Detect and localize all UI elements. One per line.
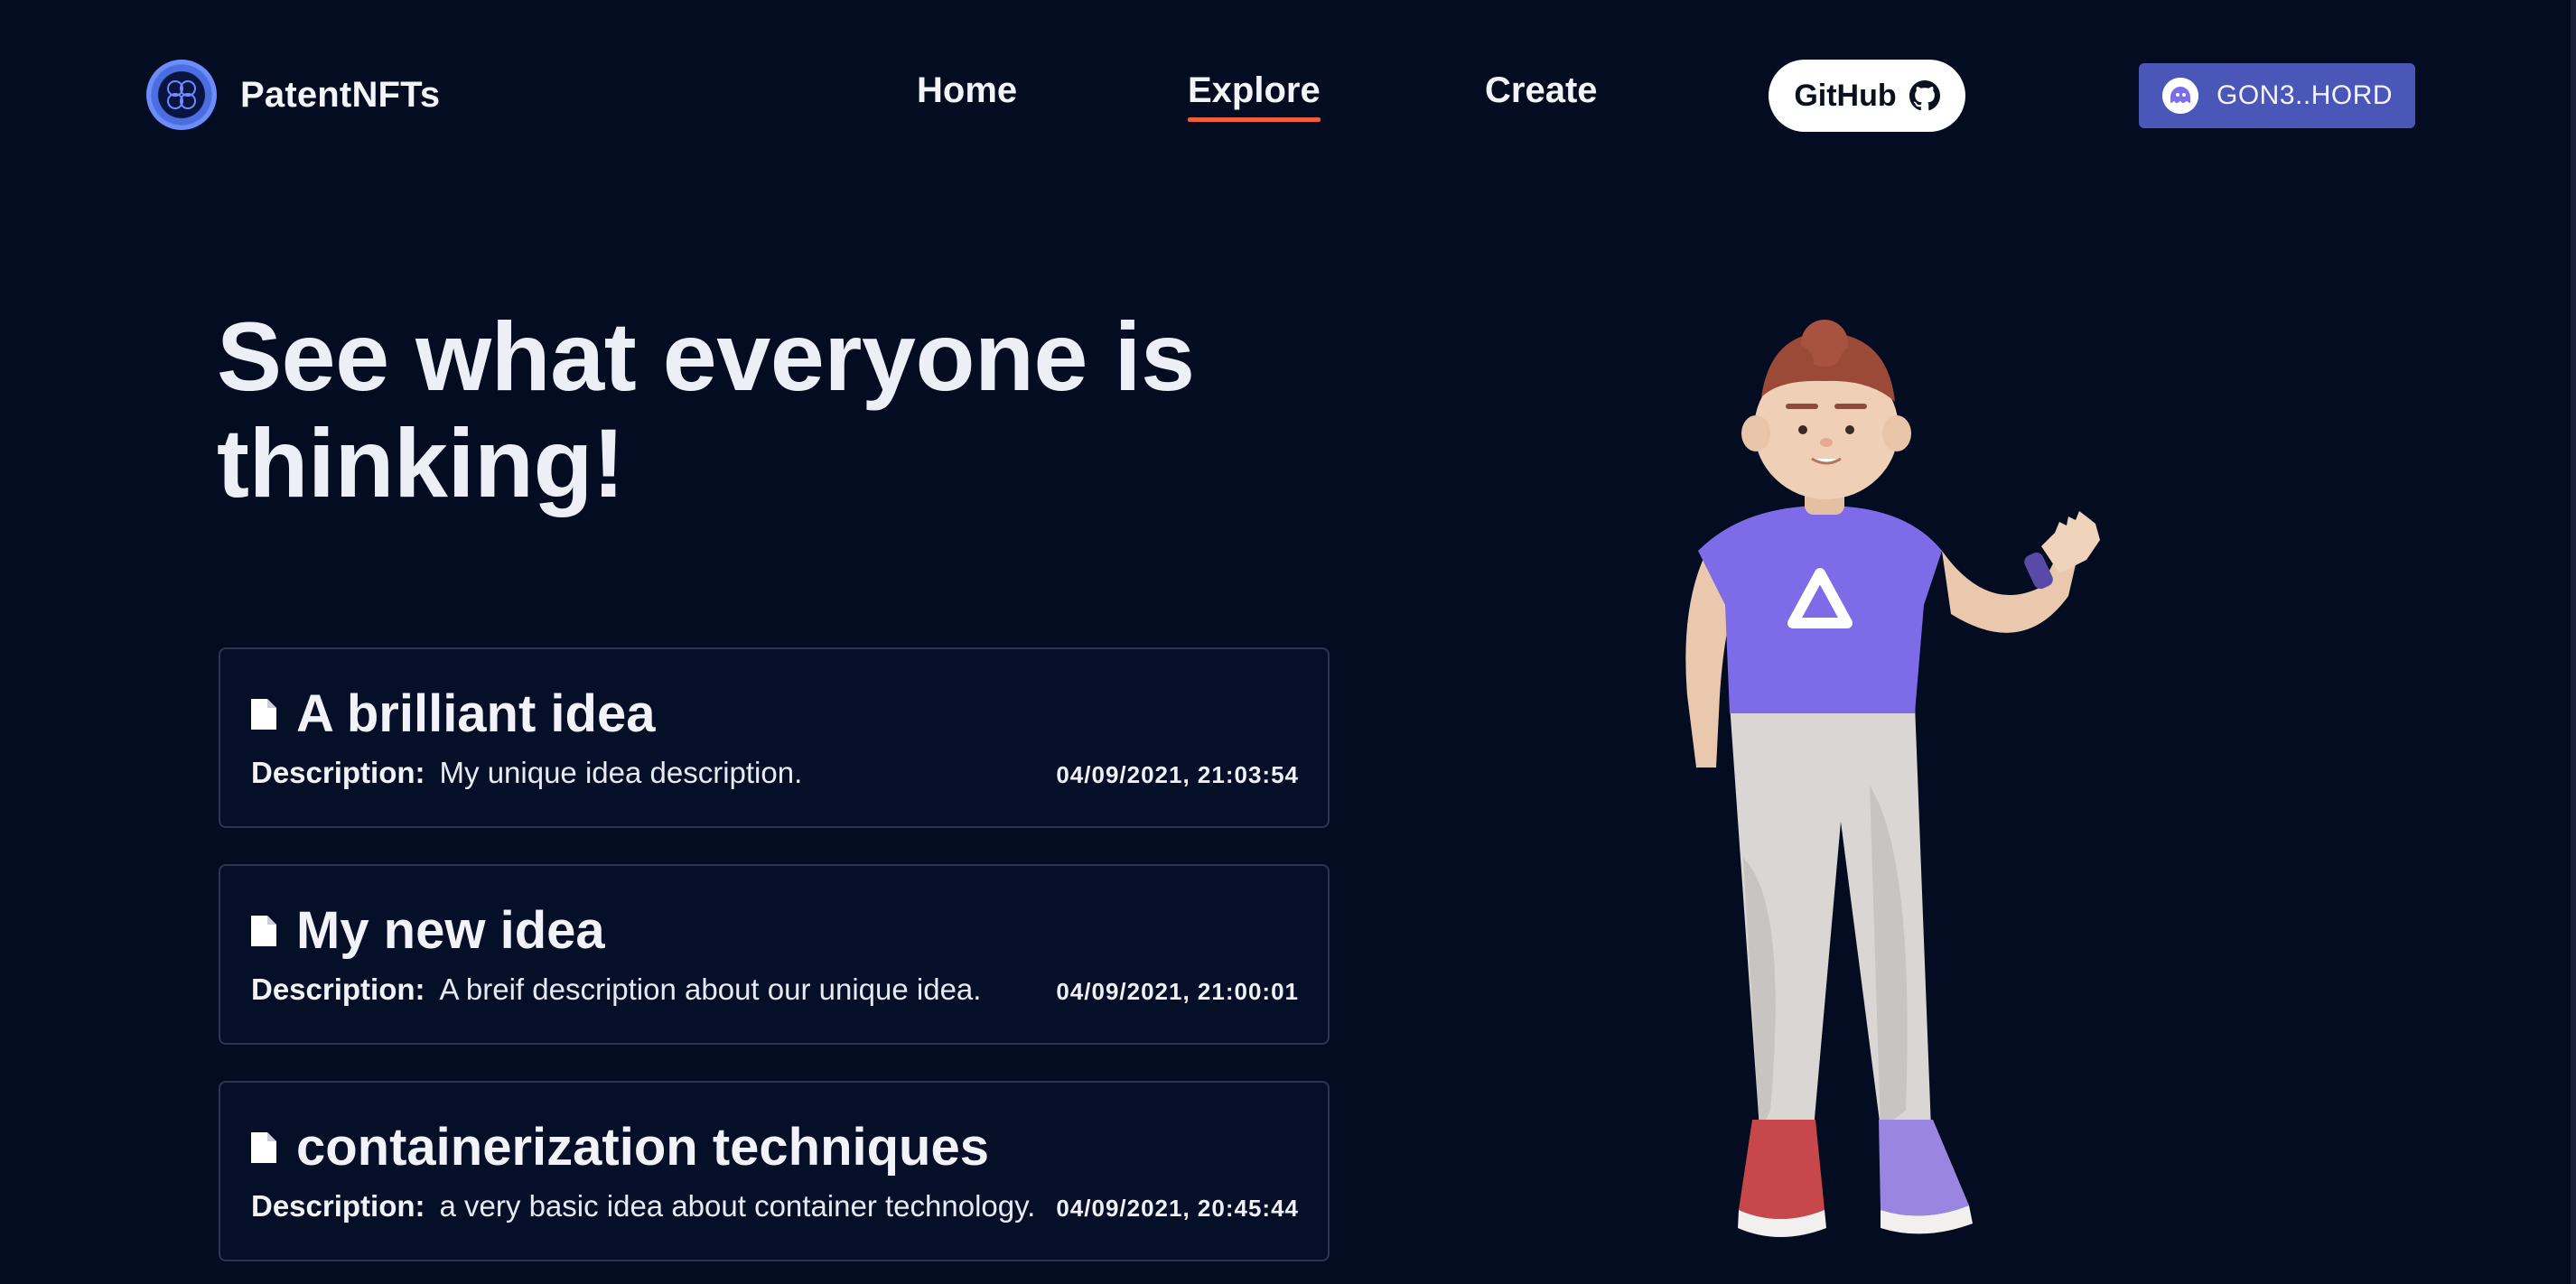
document-icon (251, 915, 276, 946)
idea-card[interactable]: A brilliant idea Description: My unique … (219, 647, 1330, 828)
brand-name: PatentNFTs (240, 74, 441, 115)
idea-description: My unique idea description. (439, 756, 803, 789)
brand-logo-icon (146, 60, 217, 130)
document-icon (251, 1131, 276, 1163)
github-icon (1909, 80, 1940, 111)
idea-title: My new idea (296, 901, 605, 960)
page-title: See what everyone is thinking! (217, 302, 1195, 517)
github-button[interactable]: GitHub (1769, 60, 1965, 132)
active-nav-underline (1188, 117, 1321, 122)
idea-card[interactable]: My new idea Description: A breif descrip… (219, 864, 1330, 1045)
idea-title: containerization techniques (296, 1118, 989, 1177)
brand[interactable]: PatentNFTs (146, 60, 440, 130)
idea-timestamp: 04/09/2021, 20:45:44 (1056, 1195, 1299, 1222)
description-label: Description: (251, 756, 425, 789)
description-label: Description: (251, 1189, 425, 1223)
nav-home-link[interactable]: Home (917, 70, 1017, 111)
scrollbar-edge[interactable] (2571, 0, 2576, 1284)
idea-description: A breif description about our unique ide… (439, 972, 982, 1006)
page: PatentNFTs Home Explore Create GitHub GO… (0, 0, 2576, 1284)
idea-timestamp: 04/09/2021, 21:03:54 (1056, 761, 1299, 788)
nav-explore-link[interactable]: Explore (1188, 70, 1321, 122)
top-navbar: PatentNFTs Home Explore Create GitHub GO… (0, 0, 2571, 191)
wallet-button[interactable]: GON3..HORD (2139, 63, 2415, 128)
idea-description: a very basic idea about container techno… (439, 1189, 1036, 1223)
description-label: Description: (251, 972, 425, 1006)
idea-title: A brilliant idea (296, 684, 656, 743)
github-button-label: GitHub (1794, 78, 1897, 113)
nav-create-link[interactable]: Create (1485, 70, 1598, 111)
wallet-address: GON3..HORD (2217, 80, 2394, 110)
phantom-wallet-icon (2162, 78, 2198, 114)
nav-explore-label: Explore (1188, 70, 1321, 110)
idea-timestamp: 04/09/2021, 21:00:01 (1056, 978, 1299, 1005)
document-icon (251, 698, 276, 730)
waving-character-illustration (1685, 320, 2100, 1237)
idea-card[interactable]: containerization techniques Description:… (219, 1081, 1330, 1261)
